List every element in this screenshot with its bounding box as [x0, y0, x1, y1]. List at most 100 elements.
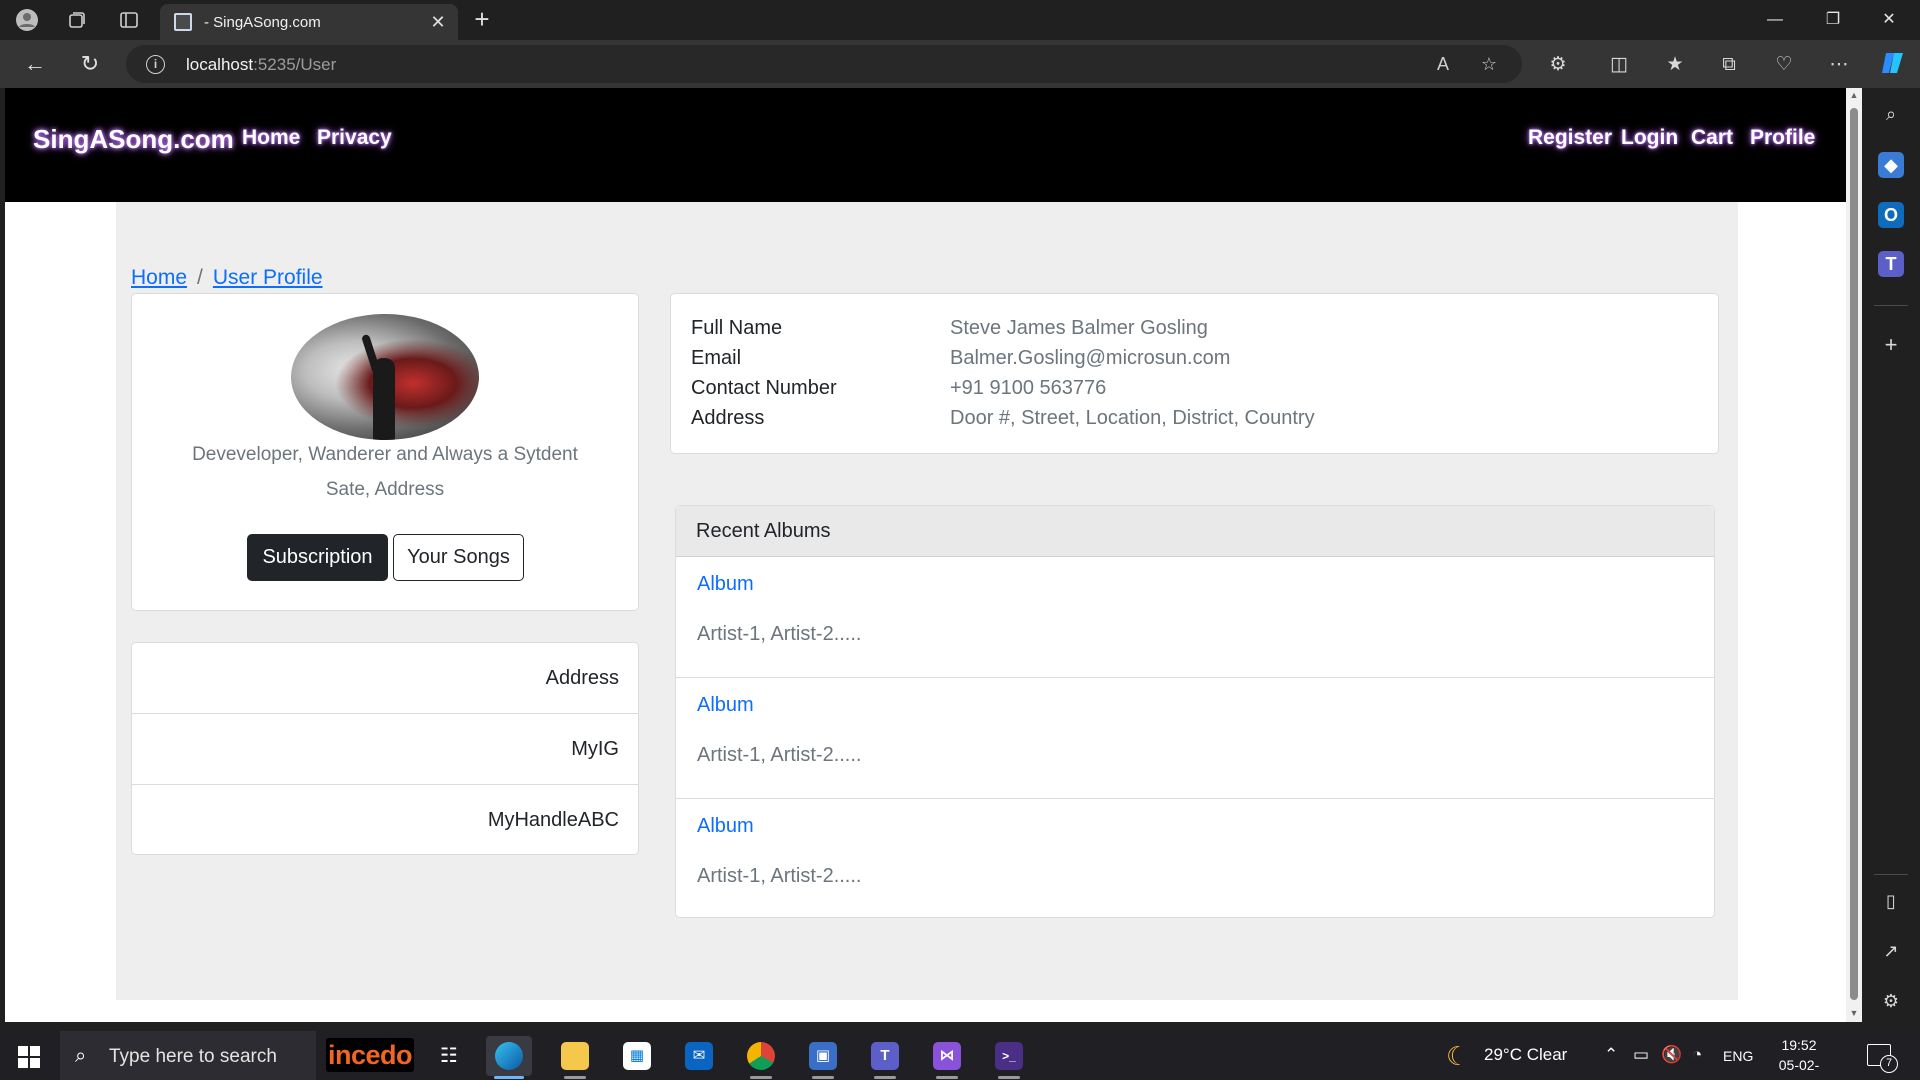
mail-icon[interactable]: ✉: [676, 1036, 722, 1076]
visual-studio-icon[interactable]: ⋈: [924, 1036, 970, 1079]
taskbar-search-icon: ⌕: [75, 1045, 87, 1067]
nav-register[interactable]: Register: [1528, 126, 1612, 150]
collections-icon[interactable]: ⧉: [1716, 52, 1742, 78]
breadcrumb-separator: /: [197, 266, 203, 289]
teams-icon[interactable]: T: [1878, 251, 1904, 277]
detail-value-fullname: Steve James Balmer Gosling: [950, 317, 1208, 339]
nav-privacy[interactable]: Privacy: [317, 126, 392, 150]
windows-start-icon[interactable]: [18, 1046, 40, 1068]
minimize-icon[interactable]: —: [1752, 6, 1798, 34]
copilot-icon[interactable]: [1880, 50, 1906, 76]
avatar: [291, 314, 479, 440]
show-hidden-icons-icon[interactable]: ⌃: [1604, 1045, 1618, 1065]
scroll-up-icon[interactable]: ▲: [1849, 90, 1859, 100]
breadcrumb: Home / User Profile: [131, 266, 323, 290]
copilot-sidebar-icon[interactable]: ◆: [1878, 152, 1904, 178]
outlook-icon[interactable]: O: [1878, 202, 1904, 228]
language-indicator[interactable]: ENG: [1723, 1048, 1753, 1064]
url-path: :5235/User: [253, 55, 337, 74]
album-artists: Artist-1, Artist-2.....: [697, 865, 862, 887]
chrome-icon[interactable]: [738, 1036, 784, 1079]
hide-sidebar-icon[interactable]: ▯: [1878, 888, 1904, 914]
add-sidebar-app-icon[interactable]: +: [1878, 332, 1904, 358]
split-screen-icon[interactable]: ◫: [1606, 52, 1632, 78]
album-title-link[interactable]: Album: [697, 694, 754, 717]
network-icon[interactable]: ◔: [1692, 1045, 1702, 1065]
link-address[interactable]: Address: [132, 643, 638, 714]
browser-essentials-icon[interactable]: ♡: [1771, 52, 1797, 78]
profile-card: Deveveloper, Wanderer and Always a Sytde…: [131, 293, 639, 611]
subscription-button[interactable]: Subscription: [247, 534, 388, 581]
favorite-star-icon[interactable]: ☆: [1478, 53, 1500, 75]
album-artists: Artist-1, Artist-2.....: [697, 623, 862, 645]
address-bar[interactable]: i localhost:5235/User A ☆: [126, 45, 1522, 83]
back-icon[interactable]: ←: [20, 50, 50, 80]
new-tab-icon[interactable]: +: [468, 6, 496, 34]
sidebar-divider: [1874, 874, 1908, 875]
notification-count: 7: [1880, 1055, 1898, 1073]
clock-date: 05-02-2024: [1778, 1057, 1820, 1080]
edge-taskbar-icon[interactable]: [486, 1036, 532, 1079]
weather-moon-icon[interactable]: ☾: [1446, 1041, 1469, 1072]
tab-title: - SingASong.com: [204, 14, 321, 31]
album-title-link[interactable]: Album: [697, 815, 754, 838]
nav-login[interactable]: Login: [1621, 126, 1678, 150]
album-item: Album Artist-1, Artist-2.....: [676, 557, 1714, 678]
nav-profile[interactable]: Profile: [1750, 126, 1815, 150]
site-info-icon[interactable]: i: [146, 55, 165, 74]
recent-albums-card: Recent Albums Album Artist-1, Artist-2..…: [675, 505, 1715, 918]
incedo-logo[interactable]: incedo: [326, 1038, 414, 1072]
more-menu-icon[interactable]: ⋯: [1826, 52, 1852, 78]
page-viewport: SingASong.com Home Privacy Register Logi…: [5, 88, 1850, 1022]
remote-desktop-icon[interactable]: ▣: [800, 1036, 846, 1079]
scroll-down-icon[interactable]: ▼: [1849, 1008, 1859, 1018]
url-text[interactable]: localhost:5235/User: [186, 55, 336, 75]
volume-muted-icon[interactable]: 🔇: [1661, 1045, 1682, 1065]
windows-taskbar: ⌕ Type here to search incedo ☷ ▦ ✉ ▣ T ⋈…: [0, 1031, 1920, 1080]
page-scrollbar[interactable]: ▲ ▼: [1846, 88, 1862, 1022]
clock-time: 19:52: [1781, 1037, 1817, 1053]
notification-center-icon[interactable]: 7: [1867, 1044, 1898, 1073]
breadcrumb-home[interactable]: Home: [131, 266, 187, 289]
restore-icon[interactable]: ❐: [1810, 6, 1856, 34]
tab-close-icon[interactable]: ✕: [428, 12, 448, 32]
taskbar-search-placeholder: Type here to search: [109, 1046, 277, 1067]
window-close-icon[interactable]: ✕: [1866, 6, 1912, 34]
task-view-icon[interactable]: ☷: [426, 1036, 472, 1076]
breadcrumb-current[interactable]: User Profile: [213, 266, 323, 289]
detail-value-address: Door #, Street, Location, District, Coun…: [950, 407, 1315, 429]
profile-location: Sate, Address: [325, 479, 445, 500]
your-songs-button[interactable]: Your Songs: [393, 534, 524, 581]
tab-active[interactable]: - SingASong.com ✕: [160, 4, 458, 40]
terminal-icon[interactable]: >_: [986, 1036, 1032, 1079]
extensions-icon[interactable]: ⚙: [1545, 52, 1571, 78]
sidebar-settings-icon[interactable]: ⚙: [1878, 988, 1904, 1014]
refresh-icon[interactable]: ↻: [75, 50, 105, 80]
open-external-icon[interactable]: ↗: [1878, 938, 1904, 964]
profile-avatar-icon[interactable]: [14, 7, 40, 33]
detail-label-contact: Contact Number: [691, 377, 837, 399]
taskbar-clock[interactable]: 19:52 05-02-2024: [1765, 1035, 1833, 1080]
tab-actions-icon[interactable]: [116, 7, 142, 33]
weather-text[interactable]: 29°C Clear: [1484, 1045, 1567, 1065]
battery-icon[interactable]: ▭: [1633, 1045, 1649, 1065]
album-item: Album Artist-1, Artist-2.....: [676, 678, 1714, 799]
teams-taskbar-icon[interactable]: T: [862, 1036, 908, 1079]
microsoft-store-icon[interactable]: ▦: [614, 1036, 660, 1076]
album-title-link[interactable]: Album: [697, 573, 754, 596]
read-aloud-icon[interactable]: A: [1432, 53, 1454, 75]
link-myhandle[interactable]: MyHandleABC: [132, 785, 638, 856]
detail-label-address: Address: [691, 407, 765, 429]
favorites-icon[interactable]: ★: [1662, 52, 1688, 78]
profile-bio: Deveveloper, Wanderer and Always a Sytde…: [192, 444, 578, 465]
nav-cart[interactable]: Cart: [1691, 126, 1733, 150]
scrollbar-thumb[interactable]: [1850, 108, 1858, 1000]
link-myig[interactable]: MyIG: [132, 714, 638, 785]
workspaces-icon[interactable]: [64, 7, 90, 33]
browser-tab-bar: - SingASong.com ✕ + — ❐ ✕: [0, 0, 1920, 40]
nav-home[interactable]: Home: [242, 126, 300, 150]
search-icon[interactable]: ⌕: [1878, 101, 1904, 127]
taskbar-search[interactable]: ⌕ Type here to search: [60, 1031, 316, 1080]
site-brand[interactable]: SingASong.com: [33, 124, 234, 155]
file-explorer-icon[interactable]: [552, 1036, 598, 1079]
